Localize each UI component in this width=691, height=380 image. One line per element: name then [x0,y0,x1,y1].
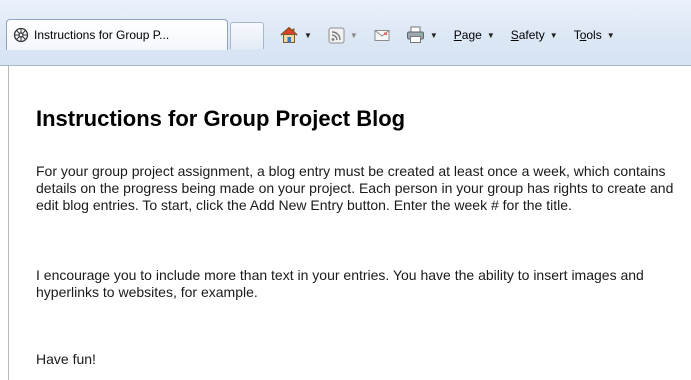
new-tab-button[interactable] [230,22,264,49]
page-menu-caret: ▼ [486,30,495,40]
browser-tab-title: Instructions for Group P... [34,28,170,42]
mail-icon [374,29,390,41]
page-menu-label: Page [453,28,482,42]
home-button[interactable]: ▼ [276,23,315,47]
instructions-paragraph: For your group project assignment, a blo… [36,163,674,213]
print-button[interactable]: ▼ [403,23,441,47]
safety-menu-label: Safety [510,28,545,42]
safety-menu-caret: ▼ [549,30,558,40]
browser-tab[interactable]: Instructions for Group P... [6,19,228,50]
tools-menu[interactable]: Tools ▼ [571,23,618,47]
page-left-border [8,66,9,380]
tools-menu-caret: ▼ [606,30,615,40]
browser-toolbar: Instructions for Group P... ▼ ▼ ▼ Page ▼… [0,0,691,66]
page-title: Instructions for Group Project Blog [36,106,406,131]
mail-button[interactable] [371,23,393,47]
closing-line: Have fun! [36,351,96,367]
home-dropdown-caret[interactable]: ▼ [304,31,312,40]
rss-feed-icon [328,27,345,43]
print-icon [406,26,424,43]
page-menu[interactable]: Page ▼ [451,23,498,47]
feeds-dropdown-caret[interactable]: ▼ [350,31,358,40]
print-dropdown-caret[interactable]: ▼ [430,31,438,40]
website-icon [13,27,29,43]
safety-menu[interactable]: Safety ▼ [508,23,561,47]
encouragement-paragraph: I encourage you to include more than tex… [36,267,644,300]
tools-menu-label: Tools [573,28,602,42]
command-bar: ▼ ▼ ▼ Page ▼ Safety ▼ Tools ▼ [276,22,618,48]
home-icon [280,26,298,43]
feeds-button[interactable]: ▼ [325,23,361,47]
